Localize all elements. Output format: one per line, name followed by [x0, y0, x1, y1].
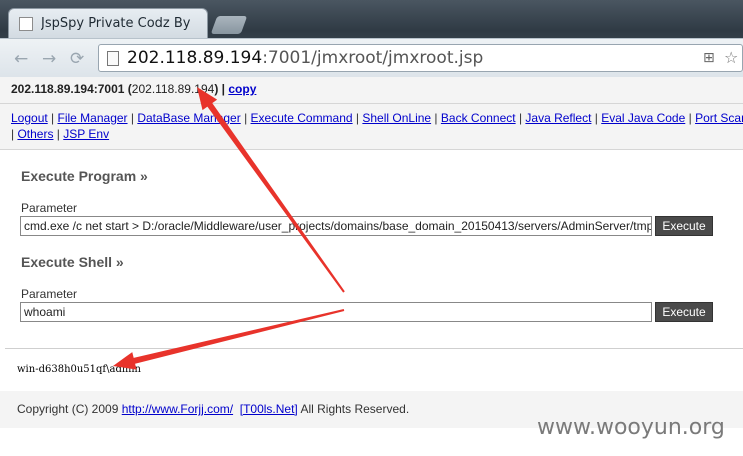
nav-link-java-reflect[interactable]: Java Reflect: [525, 111, 591, 125]
server-info-bar: 202.118.89.194:7001 (202.118.89.194) | c…: [0, 77, 743, 104]
execute-program-title: Execute Program »: [21, 168, 148, 184]
footer-link-t00ls[interactable]: [T00ls.Net]: [240, 402, 298, 416]
nav-link-port-scan[interactable]: Port Scan: [695, 111, 743, 125]
server-ip: 202.118.89.194: [131, 82, 215, 96]
browser-tab[interactable]: JspSpy Private Codz By: [8, 8, 208, 38]
nav-link-others[interactable]: Others: [17, 127, 53, 141]
nav-link-jsp-env[interactable]: JSP Env: [63, 127, 109, 141]
nav-separator: |: [591, 111, 602, 125]
nav-row-1: Logout | File Manager | DataBase Manager…: [11, 110, 743, 126]
program-parameter-input[interactable]: cmd.exe /c net start > D:/oracle/Middlew…: [20, 216, 652, 236]
nav-separator: |: [53, 127, 64, 141]
back-arrow-icon[interactable]: ←: [14, 49, 28, 69]
page-icon: [107, 51, 119, 66]
page-favicon-icon: [19, 17, 33, 31]
execute-shell-title: Execute Shell »: [21, 254, 124, 270]
program-parameter-label: Parameter: [21, 201, 78, 215]
new-tab-button[interactable]: [210, 16, 248, 34]
nav-link-database-manager[interactable]: DataBase Manager: [137, 111, 240, 125]
url-text[interactable]: 202.118.89.194:7001/jmxroot/jmxroot.jsp: [127, 48, 483, 68]
execute-shell-button[interactable]: Execute: [655, 302, 713, 322]
function-nav: Logout | File Manager | DataBase Manager…: [0, 104, 743, 150]
reload-icon[interactable]: ⟳: [70, 49, 84, 69]
footer-space: [233, 402, 240, 416]
bookmark-star-icon[interactable]: ☆: [724, 48, 738, 67]
execute-program-button[interactable]: Execute: [655, 216, 713, 236]
address-bar[interactable]: 202.118.89.194:7001/jmxroot/jmxroot.jsp …: [98, 44, 743, 72]
nav-link-shell-online[interactable]: Shell OnLine: [362, 111, 431, 125]
nav-separator: |: [352, 111, 363, 125]
tab-title: JspSpy Private Codz By: [41, 16, 191, 31]
nav-separator: |: [47, 111, 58, 125]
shell-parameter-label: Parameter: [21, 287, 78, 301]
server-host-port: 202.118.89.194:7001: [11, 82, 125, 96]
info-open-paren: (: [124, 82, 132, 96]
nav-link-back-connect[interactable]: Back Connect: [441, 111, 516, 125]
browser-toolbar: ← → ⟳ 202.118.89.194:7001/jmxroot/jmxroo…: [0, 38, 743, 77]
nav-link-file-manager[interactable]: File Manager: [58, 111, 128, 125]
info-close-sep: ) |: [214, 82, 229, 96]
nav-separator: |: [240, 111, 251, 125]
footer-link-forjj[interactable]: http://www.Forjj.com/: [122, 402, 233, 416]
browser-chrome: JspSpy Private Codz By ← → ⟳ 202.118.89.…: [0, 0, 743, 77]
copy-link[interactable]: copy: [228, 82, 256, 96]
nav-row-2: | Others | JSP Env: [11, 126, 743, 142]
divider: [5, 348, 743, 349]
translate-icon[interactable]: ⊞: [703, 50, 715, 66]
nav-link-execute-command[interactable]: Execute Command: [251, 111, 353, 125]
command-output: win-d638h0u51qf\admin: [17, 364, 141, 375]
shell-parameter-input[interactable]: whoami: [20, 302, 652, 322]
url-host: 202.118.89.194: [127, 48, 263, 68]
nav-separator: |: [127, 111, 138, 125]
nav-link-eval-java-code[interactable]: Eval Java Code: [601, 111, 685, 125]
url-path: :7001/jmxroot/jmxroot.jsp: [262, 48, 484, 68]
nav-separator: |: [515, 111, 526, 125]
nav-link-logout[interactable]: Logout: [11, 111, 48, 125]
nav-separator: |: [685, 111, 696, 125]
footer-copyright: Copyright (C) 2009: [17, 402, 122, 416]
forward-arrow-icon[interactable]: →: [42, 49, 56, 69]
nav-separator: |: [431, 111, 441, 125]
watermark: www.wooyun.org: [537, 415, 725, 440]
footer-rights: All Rights Reserved.: [297, 402, 410, 416]
